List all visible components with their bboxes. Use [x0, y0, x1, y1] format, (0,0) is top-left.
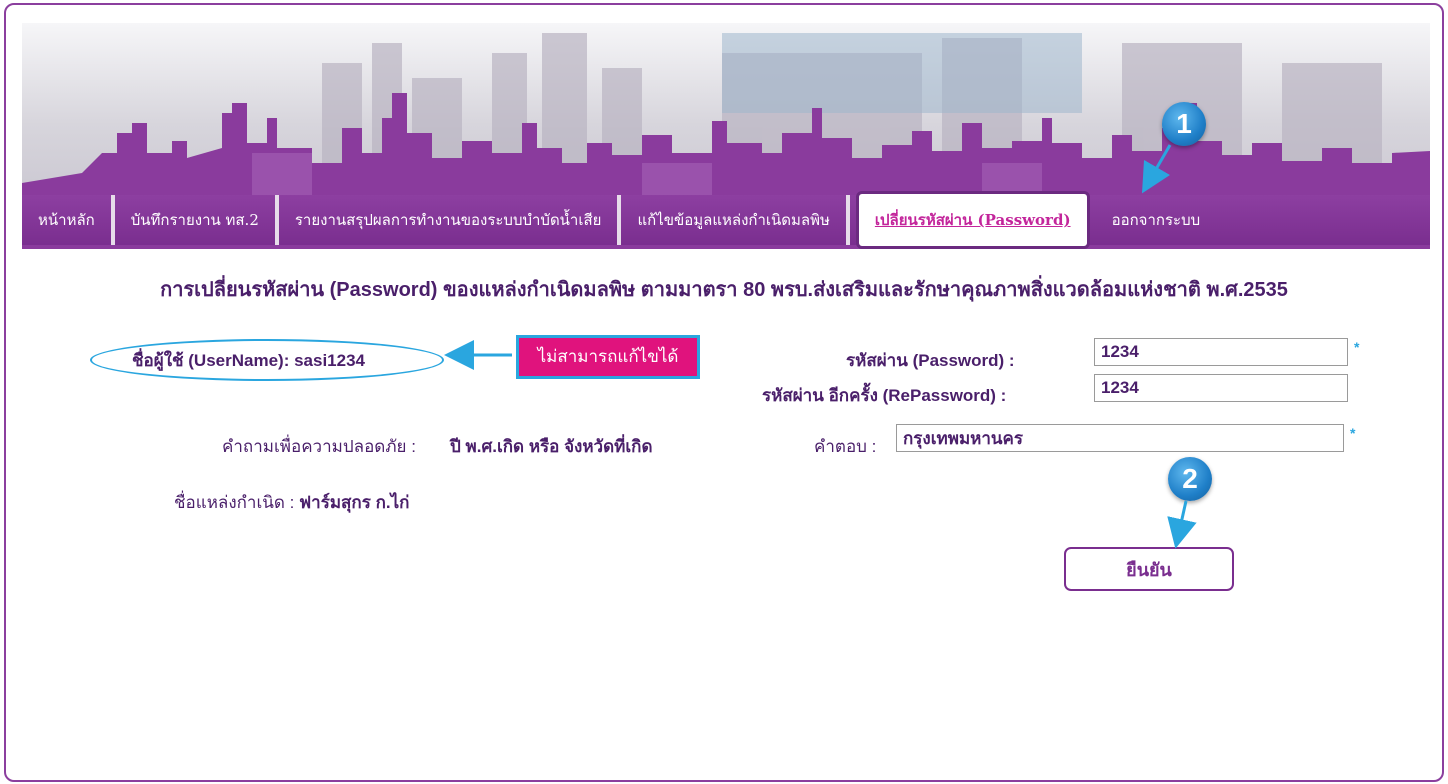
- username-value: sasi1234: [294, 351, 365, 370]
- nav-edit-pollution-source[interactable]: แก้ไขข้อมูลแหล่งกำเนิดมลพิษ: [621, 195, 850, 245]
- username-label: ชื่อผู้ใช้ (UserName): sasi1234: [132, 351, 365, 370]
- source-name-value: ฟาร์มสุกร ก.ไก่: [299, 493, 410, 512]
- source-name: ชื่อแหล่งกำเนิด : ฟาร์มสุกร ก.ไก่: [174, 493, 410, 512]
- repassword-input[interactable]: [1094, 374, 1348, 402]
- nav-change-password[interactable]: เปลี่ยนรหัสผ่าน (Password): [855, 191, 1090, 249]
- nav-record-report[interactable]: บันทึกรายงาน ทส.2: [115, 195, 279, 245]
- not-editable-note: ไม่สามารถแก้ไขได้: [516, 335, 700, 379]
- step-2-arrow: [1167, 500, 1197, 549]
- step-1-marker: 1: [1162, 102, 1206, 146]
- page-title: การเปลี่ยนรหัสผ่าน (Password) ของแหล่งกำ…: [160, 279, 1288, 301]
- answer-input[interactable]: [896, 424, 1344, 452]
- security-question-label: คำถามเพื่อความปลอดภัย :: [222, 437, 416, 456]
- nav-logout[interactable]: ออกจากระบบ: [1096, 195, 1217, 245]
- password-label: รหัสผ่าน (Password) :: [846, 351, 1015, 370]
- answer-label: คำตอบ :: [814, 437, 877, 456]
- password-required-mark: *: [1354, 339, 1360, 355]
- nav-home[interactable]: หน้าหลัก: [22, 195, 115, 245]
- page-frame: หน้าหลัก บันทึกรายงาน ทส.2 รายงานสรุปผลก…: [4, 3, 1444, 782]
- security-question-value: ปี พ.ศ.เกิด หรือ จังหวัดที่เกิด: [450, 437, 653, 456]
- step-2-marker: 2: [1168, 457, 1212, 501]
- answer-required-mark: *: [1350, 425, 1356, 441]
- password-input[interactable]: [1094, 338, 1348, 366]
- confirm-button[interactable]: ยืนยัน: [1064, 547, 1234, 591]
- repassword-label: รหัสผ่าน อีกครั้ง (RePassword) :: [762, 386, 1007, 405]
- main-navigation: หน้าหลัก บันทึกรายงาน ทส.2 รายงานสรุปผลก…: [22, 191, 1430, 249]
- nav-wastewater-summary[interactable]: รายงานสรุปผลการทำงานของระบบบำบัดน้ำเสีย: [279, 195, 622, 245]
- header-banner: หน้าหลัก บันทึกรายงาน ทส.2 รายงานสรุปผลก…: [22, 23, 1430, 249]
